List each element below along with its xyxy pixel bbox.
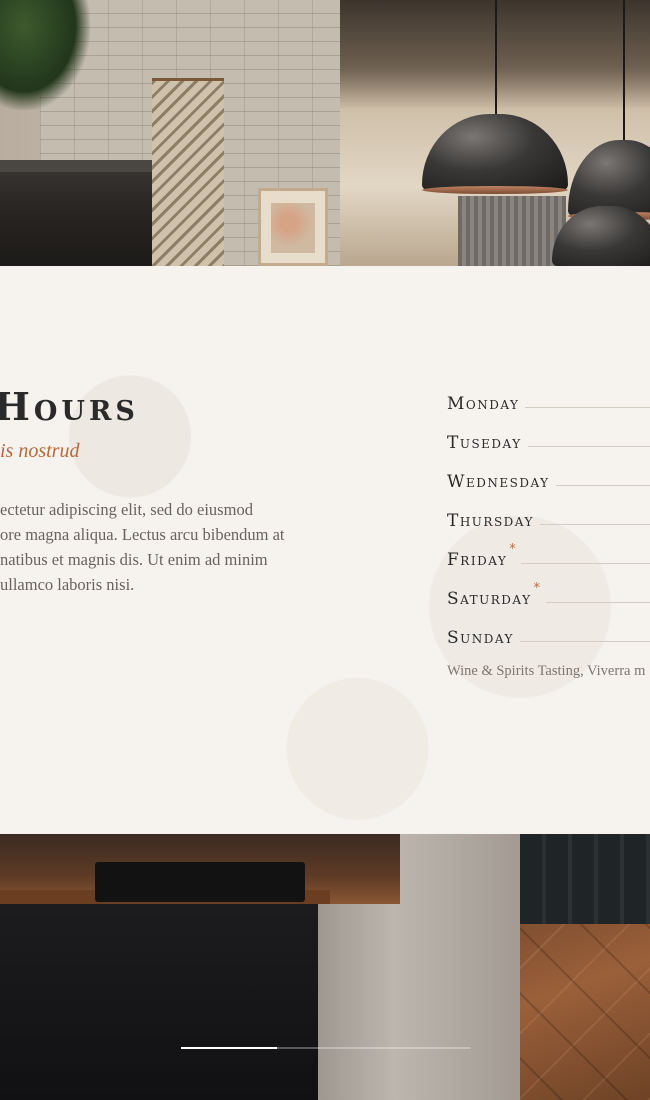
description-line: ullamco laboris nisi. [0,575,135,594]
wall-hanging [152,78,224,266]
section-heading: Hours [0,384,139,429]
section-description: ectetur adipiscing elit, sed do eiusmod … [0,497,330,597]
dotted-leader [555,485,650,486]
slider-indicator[interactable] [181,1047,470,1049]
bar-counter-front [0,904,318,1100]
pendant-lamp [422,0,568,194]
dotted-leader [525,407,650,408]
dotted-leader [521,563,650,564]
asterisk-icon: * [509,541,518,557]
hours-row-sunday: Sunday [447,618,650,657]
pendant-lamp [552,150,650,266]
day-label: Monday [447,393,520,414]
day-label-friday: Friday * [447,542,516,570]
hero-photo-top [0,0,650,266]
curtain [458,196,566,266]
opening-hours-list: Monday Tuseday Wednesday Thursday Friday… [447,384,650,657]
dotted-leader [519,641,650,642]
cash-register [95,862,305,902]
asterisk-icon: * [533,580,542,596]
hours-row-friday: Friday * [447,540,650,579]
day-label: Tuseday [447,432,522,453]
day-label: Wednesday [447,471,550,492]
day-label: Friday [447,549,508,570]
hours-row-tuesday: Tuseday [447,423,650,462]
hours-row-monday: Monday [447,384,650,423]
hours-footnote: Wine & Spirits Tasting, Viverra m [447,663,646,679]
hero-photo-bottom [0,834,650,1100]
day-label: Sunday [447,627,514,648]
section-subtitle: is nostrud [0,440,80,462]
dark-panel-wall [520,834,650,924]
dotted-leader [545,602,650,603]
day-label-saturday: Saturday * [447,581,540,609]
day-label: Saturday [447,588,532,609]
slider-indicator-active[interactable] [181,1047,278,1049]
description-line: ore magna aliqua. Lectus arcu bibendum a… [0,525,285,544]
description-line: ectetur adipiscing elit, sed do eiusmod [0,500,253,519]
dotted-leader [539,524,650,525]
dotted-leader [527,446,650,447]
description-line: natibus et magnis dis. Ut enim ad minim [0,550,268,569]
day-label: Thursday [447,510,534,531]
hours-row-wednesday: Wednesday [447,462,650,501]
plant-image [0,0,90,110]
framed-art [258,188,328,266]
hours-row-saturday: Saturday * [447,579,650,618]
hours-row-thursday: Thursday [447,501,650,540]
